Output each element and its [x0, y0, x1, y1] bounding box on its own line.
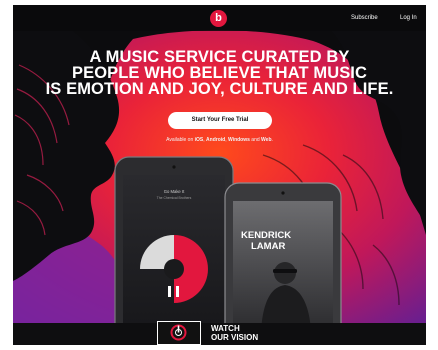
beats-logo[interactable]: b: [210, 10, 227, 27]
watch-our-vision-label: WATCH OUR VISION: [211, 324, 258, 342]
watch-label-line2: OUR VISION: [211, 333, 259, 342]
beats-music-landing-page: Go Make It The Chemical Brothers KENDRIC…: [13, 5, 426, 345]
login-link[interactable]: Log In: [400, 13, 417, 23]
headline-line-1: A MUSIC SERVICE CURATED BY: [89, 48, 350, 66]
right-phone: KENDRICK LAMAR: [224, 182, 342, 323]
top-nav-bar: b Subscribe Log In: [13, 5, 426, 31]
platform-android[interactable]: Android: [206, 137, 225, 143]
beats-play-icon: [170, 324, 187, 341]
platform-ios[interactable]: iOS: [195, 137, 204, 143]
availability-text: Available on iOS, Android, Windows and W…: [13, 136, 426, 144]
platform-web[interactable]: Web: [261, 137, 271, 143]
availability-conjunction: and: [249, 137, 262, 143]
screenshot-frame: Go Make It The Chemical Brothers KENDRIC…: [0, 0, 438, 350]
now-playing-artist: The Chemical Brothers: [157, 196, 192, 200]
availability-suffix: .: [271, 137, 273, 143]
headline-line-3: IS EMOTION AND JOY, CULTURE AND LIFE.: [45, 80, 394, 98]
start-free-trial-button[interactable]: Start Your Free Trial: [168, 112, 272, 129]
availability-prefix: Available on: [166, 137, 195, 143]
hero-headline: A MUSIC SERVICE CURATED BY PEOPLE WHO BE…: [13, 48, 426, 98]
artist-name-line2: LAMAR: [251, 241, 285, 252]
platform-windows[interactable]: Windows: [228, 137, 250, 143]
left-phone: Go Make It The Chemical Brothers: [114, 156, 234, 323]
watch-our-vision-button[interactable]: WATCH OUR VISION: [157, 321, 287, 345]
now-playing-title: Go Make It: [164, 189, 185, 194]
headline-line-2: PEOPLE WHO BELIEVE THAT MUSIC: [71, 64, 368, 82]
video-thumbnail: [157, 321, 201, 345]
watch-label-line1: WATCH: [211, 324, 240, 333]
subscribe-link[interactable]: Subscribe: [351, 13, 378, 23]
artist-name-line1: KENDRICK: [241, 230, 291, 241]
beats-logo-letter: b: [215, 12, 222, 24]
